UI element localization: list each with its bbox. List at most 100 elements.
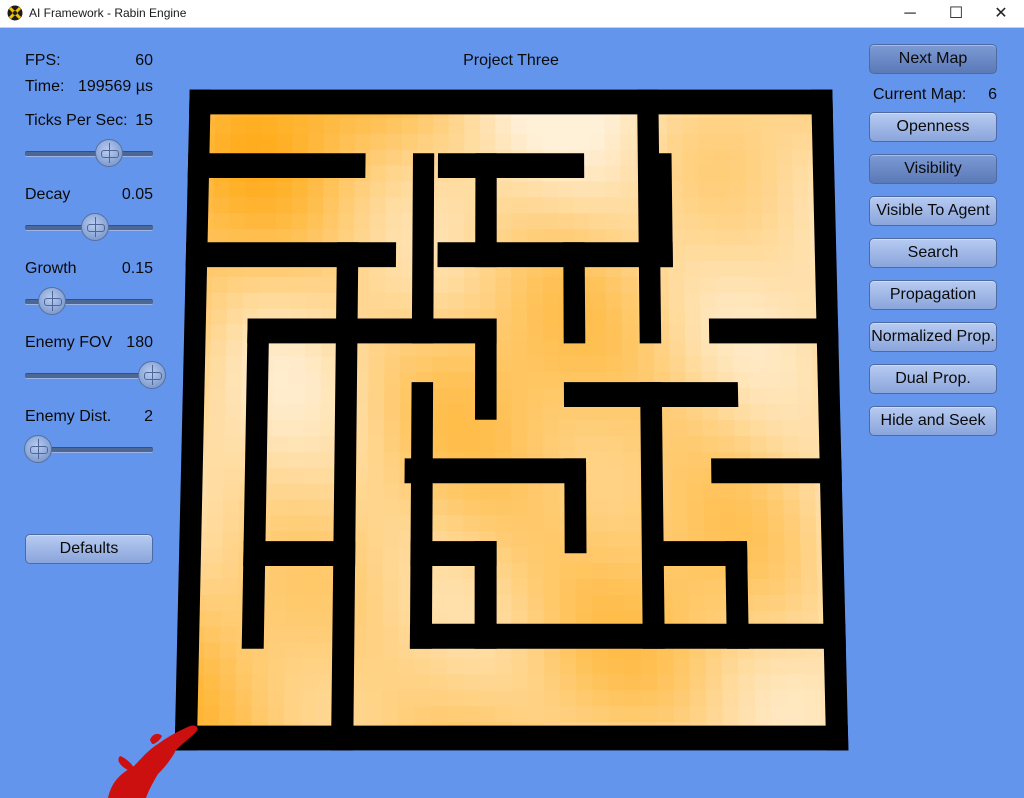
heat-cell	[560, 674, 578, 692]
heat-cell	[592, 706, 610, 724]
maximize-button[interactable]: ☐	[933, 0, 979, 27]
heat-cell	[560, 690, 578, 708]
heat-cell	[383, 515, 401, 533]
heat-cell	[479, 435, 497, 453]
heat-cell	[591, 499, 609, 517]
heat-cell	[511, 388, 529, 406]
heat-cell	[291, 213, 309, 231]
heat-cell	[318, 579, 336, 596]
heat-cell	[381, 658, 400, 676]
heat-cell	[207, 483, 225, 501]
heat-cell	[701, 356, 719, 374]
hide-and-seek-button[interactable]: Hide and Seek	[869, 406, 997, 436]
heat-cell	[786, 658, 805, 676]
heat-cell	[684, 276, 702, 294]
heat-cell	[574, 420, 592, 437]
heat-cell	[685, 340, 703, 358]
ticks-per-sec-slider-knob[interactable]	[94, 139, 123, 167]
defaults-button[interactable]: Defaults	[25, 534, 153, 564]
heat-cell	[641, 690, 659, 708]
minimize-button[interactable]: ─	[887, 0, 933, 27]
heat-cell	[479, 133, 497, 151]
heat-cell	[799, 515, 818, 533]
heat-cell	[211, 292, 229, 310]
heat-cell	[511, 213, 528, 231]
ticks-per-sec-slider[interactable]	[25, 151, 153, 157]
heat-cell	[792, 165, 810, 183]
heat-cell	[526, 197, 544, 215]
heat-cell	[463, 292, 481, 310]
visibility-button-label: Visibility	[904, 160, 962, 177]
heat-cell	[719, 515, 737, 533]
heat-cell	[800, 531, 818, 549]
visible-to-agent-button[interactable]: Visible To Agent	[869, 196, 997, 226]
heat-cell	[744, 133, 762, 151]
heat-cell	[666, 133, 684, 151]
heat-cell	[287, 451, 305, 469]
heat-cell	[731, 261, 749, 278]
enemy-dist-slider-knob[interactable]	[24, 435, 52, 463]
heat-cell	[698, 165, 716, 183]
heat-cell	[414, 690, 432, 708]
heat-cell	[382, 563, 400, 580]
heat-cell	[202, 690, 221, 708]
enemy-fov-slider-knob[interactable]	[138, 361, 166, 389]
next-map-button[interactable]: Next Map	[869, 44, 997, 74]
heat-cell	[590, 356, 608, 374]
heat-cell	[244, 197, 262, 215]
heat-cell	[767, 499, 785, 517]
enemy-fov-slider[interactable]	[25, 373, 153, 379]
heat-cell	[417, 117, 435, 135]
heat-cell	[713, 117, 731, 135]
heat-cell	[543, 531, 561, 549]
heat-cell	[227, 292, 244, 310]
heat-cell	[367, 499, 385, 517]
heat-cell	[760, 133, 778, 151]
heat-cell	[527, 690, 545, 708]
heat-cell	[607, 499, 625, 517]
heat-cell	[316, 706, 334, 724]
heat-cell	[787, 690, 805, 708]
heat-cell	[684, 292, 702, 310]
heat-cell	[495, 706, 513, 724]
heat-cell	[431, 404, 449, 421]
heat-cell	[495, 308, 513, 326]
growth-slider-knob[interactable]	[37, 287, 66, 315]
heat-cell	[784, 531, 802, 549]
heat-cell	[746, 245, 764, 262]
openness-button[interactable]: Openness	[869, 112, 997, 142]
heat-cell	[623, 547, 641, 565]
heat-cell	[214, 117, 232, 135]
dual-prop-button[interactable]: Dual Prop.	[869, 364, 997, 394]
normalized-prop-button[interactable]: Normalized Prop.	[869, 322, 997, 352]
heat-cell	[367, 483, 385, 501]
decay-slider-knob[interactable]	[81, 213, 109, 241]
visibility-button[interactable]: Visibility	[869, 154, 997, 184]
close-button[interactable]: ✕	[978, 0, 1024, 27]
heat-cell	[591, 483, 609, 501]
maze-wall	[474, 541, 497, 649]
heat-cell	[381, 706, 399, 724]
heat-cell	[495, 499, 513, 517]
heat-cell	[715, 276, 733, 294]
heat-cell	[495, 356, 513, 374]
heat-cell	[284, 658, 302, 676]
heat-cell	[367, 467, 385, 485]
heat-cell	[669, 324, 687, 342]
search-button[interactable]: Search	[869, 238, 997, 268]
close-icon: ✕	[994, 5, 1008, 22]
propagation-button[interactable]: Propagation	[869, 280, 997, 310]
heat-cell	[382, 610, 400, 628]
maze-wall	[640, 382, 665, 649]
heat-cell	[733, 356, 751, 374]
heat-cell	[269, 610, 287, 628]
heat-cell	[316, 674, 335, 692]
heat-cell	[592, 658, 610, 676]
heat-cell	[203, 674, 221, 692]
heat-cell	[288, 404, 306, 421]
heat-cell	[543, 388, 560, 406]
heat-cell	[223, 483, 241, 501]
heat-cell	[621, 292, 639, 310]
heat-cell	[689, 674, 708, 692]
heat-cell	[698, 149, 716, 167]
